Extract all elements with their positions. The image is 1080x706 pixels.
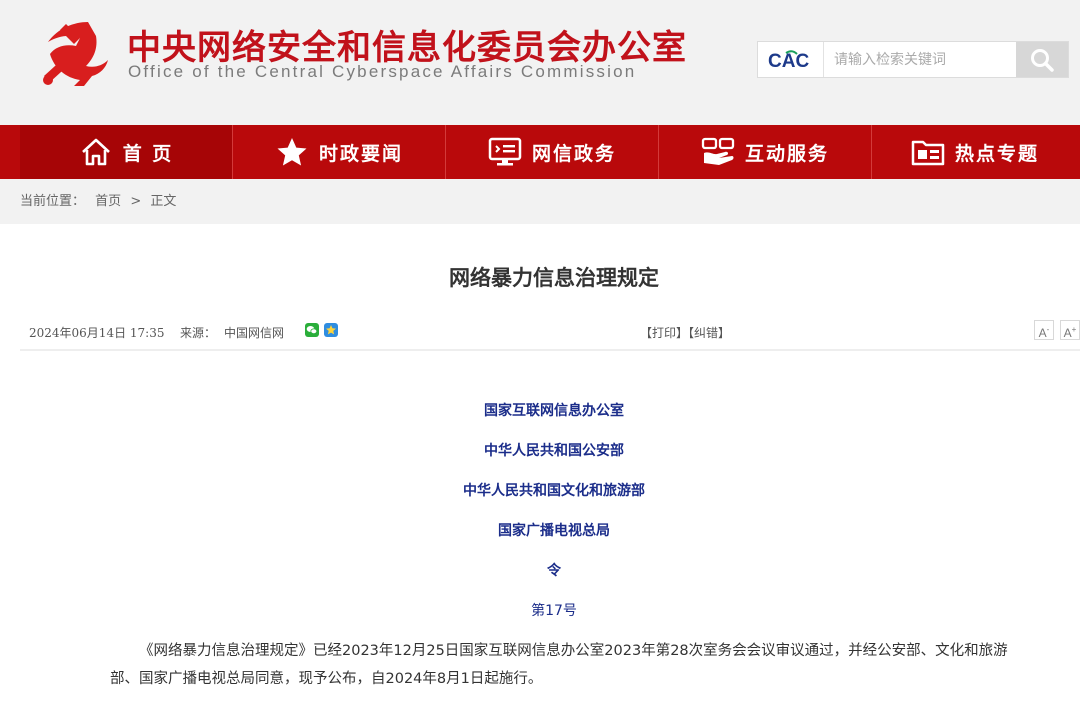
search-box: CAC: [757, 41, 1069, 78]
cac-logo-text: CAC: [768, 51, 809, 71]
nav-item-affairs[interactable]: 网信政务: [446, 125, 659, 179]
wechat-share-icon[interactable]: [305, 323, 319, 337]
source-label: 来源：: [180, 326, 217, 340]
cac-logo-icon: CAC: [768, 49, 809, 71]
correct-link[interactable]: 【纠错】: [688, 326, 730, 340]
article-date: 2024年06月14日 17:35: [29, 326, 165, 340]
article-source: 来源： 中国网信网: [180, 324, 284, 341]
handshake-icon: [701, 135, 735, 169]
breadcrumb-separator: >: [130, 194, 142, 209]
article-tools: 【打印】【纠错】: [640, 324, 730, 341]
issuer-line: 中华人民共和国文化和旅游部: [463, 483, 645, 499]
issuer-line: 国家广播电视总局: [498, 523, 610, 539]
home-icon: [79, 135, 113, 169]
article-title: 网络暴力信息治理规定: [449, 266, 659, 290]
qzone-share-icon[interactable]: [324, 323, 338, 337]
font-larger-button[interactable]: A+: [1060, 320, 1080, 340]
font-larger-label: A: [1063, 326, 1072, 340]
site-subtitle: Office of the Central Cyberspace Affairs…: [128, 62, 637, 81]
font-smaller-button[interactable]: A-: [1034, 320, 1054, 340]
breadcrumb: 当前位置： 首页 > 正文: [0, 179, 1080, 224]
monitor-icon: [488, 135, 522, 169]
main-nav: 首 页 时政要闻 网信政务 互动服务 热点专题: [0, 125, 1080, 179]
print-link[interactable]: 【打印】: [640, 326, 688, 340]
cac-logo: CAC: [758, 42, 824, 77]
star-icon: [275, 135, 309, 169]
folder-icon: [911, 135, 945, 169]
font-smaller-label: A: [1038, 326, 1047, 340]
source-name: 中国网信网: [224, 326, 285, 340]
order-label: 令: [547, 563, 561, 579]
nav-item-news[interactable]: 时政要闻: [233, 125, 446, 179]
article-paragraph: 《网络暴力信息治理规定》已经2023年12月25日国家互联网信息办公室2023年…: [110, 643, 1008, 687]
nav-label: 时政要闻: [318, 142, 403, 165]
search-button[interactable]: [1016, 42, 1068, 77]
party-emblem-logo[interactable]: [36, 16, 110, 90]
nav-item-topics[interactable]: 热点专题: [872, 125, 1078, 179]
breadcrumb-home-link[interactable]: 首页: [95, 194, 121, 209]
breadcrumb-prefix: 当前位置：: [20, 194, 86, 209]
nav-label: 网信政务: [531, 142, 616, 165]
breadcrumb-current: 正文: [150, 194, 177, 209]
nav-label: 首 页: [122, 142, 174, 165]
nav-item-home[interactable]: 首 页: [20, 125, 233, 179]
search-input[interactable]: [824, 42, 1016, 77]
issuer-line: 中华人民共和国公安部: [484, 443, 624, 459]
search-icon: [1031, 48, 1054, 72]
issuer-line: 国家互联网信息办公室: [484, 403, 624, 419]
nav-label: 互动服务: [744, 142, 829, 165]
nav-label: 热点专题: [954, 142, 1039, 165]
share-buttons: [305, 323, 338, 337]
nav-item-interactive[interactable]: 互动服务: [659, 125, 872, 179]
order-number: 第17号: [531, 603, 577, 619]
article-meta: 2024年06月14日 17:35 来源： 中国网信网 【打印】【纠错】 A- A…: [20, 315, 1080, 351]
site-header: 中央网络安全和信息化委员会办公室 Office of the Central C…: [0, 0, 1080, 125]
